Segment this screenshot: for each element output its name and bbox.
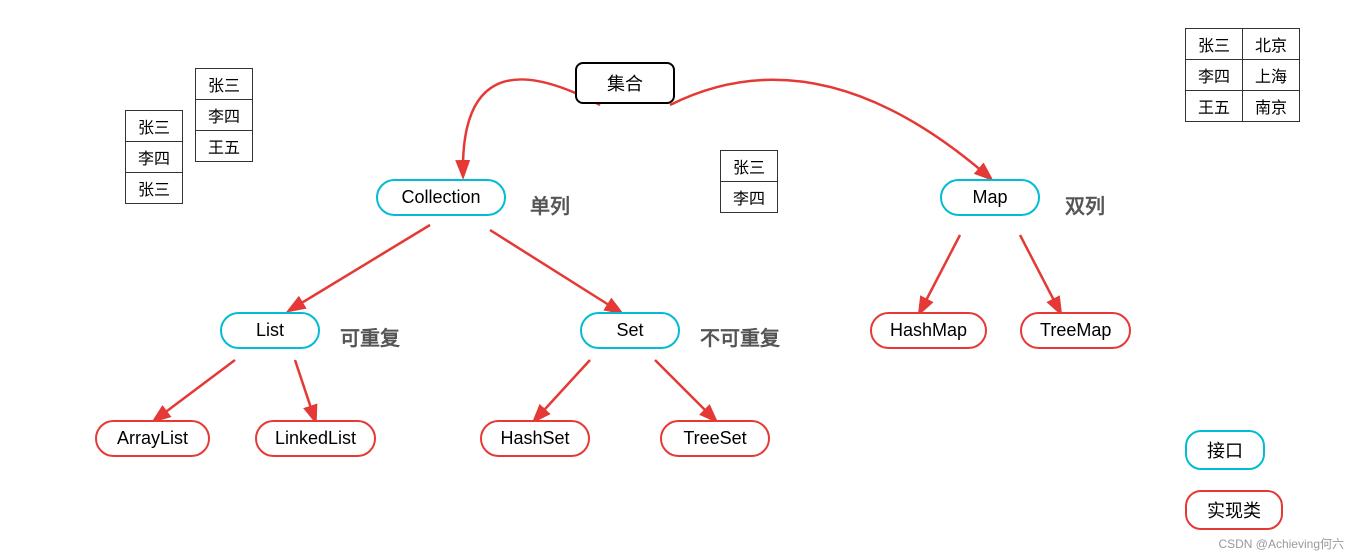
table-row: 王五南京 <box>1186 91 1300 122</box>
table-row: 李四上海 <box>1186 60 1300 91</box>
table-top-left-back: 张三 李四 王五 <box>195 68 253 162</box>
label-double: 双列 <box>1065 190 1105 219</box>
node-list: List <box>220 312 320 349</box>
node-map: Map <box>940 179 1040 216</box>
table-row: 李四 <box>126 142 183 173</box>
watermark: CSDN @Achieving何六 <box>1218 535 1344 552</box>
table-middle: 张三 李四 <box>720 150 778 213</box>
table-row: 张三 <box>126 111 183 142</box>
legend-implementation: 实现类 <box>1185 490 1283 530</box>
legend-interface: 接口 <box>1185 430 1265 470</box>
label-single: 单列 <box>530 190 570 219</box>
node-arraylist: ArrayList <box>95 420 210 457</box>
table-top-left-front: 张三 李四 张三 <box>125 110 183 204</box>
node-linkedlist: LinkedList <box>255 420 376 457</box>
table-row: 李四 <box>196 100 253 131</box>
table-top-right: 张三北京 李四上海 王五南京 <box>1185 28 1300 122</box>
node-treeset: TreeSet <box>660 420 770 457</box>
table-row: 张三北京 <box>1186 29 1300 60</box>
table-row: 李四 <box>721 182 778 213</box>
node-set: Set <box>580 312 680 349</box>
node-treemap: TreeMap <box>1020 312 1131 349</box>
table-row: 张三 <box>196 69 253 100</box>
node-jihe: 集合 <box>575 62 675 104</box>
diagram: 集合 Collection 单列 Map 双列 List 可重复 Set 不可重… <box>0 0 1352 560</box>
table-row: 张三 <box>126 173 183 204</box>
label-repeatable: 可重复 <box>340 322 400 351</box>
table-row: 王五 <box>196 131 253 162</box>
node-hashset: HashSet <box>480 420 590 457</box>
node-hashmap: HashMap <box>870 312 987 349</box>
table-row: 张三 <box>721 151 778 182</box>
node-collection: Collection <box>376 179 506 216</box>
label-not-repeatable: 不可重复 <box>700 322 780 351</box>
